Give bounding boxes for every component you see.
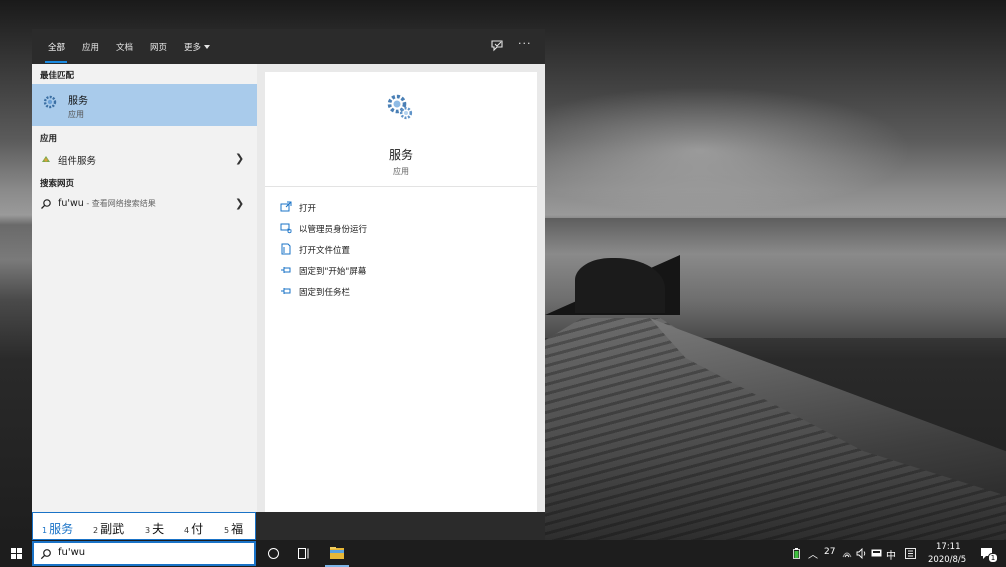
task-view-button[interactable] xyxy=(289,540,319,567)
cortana-button[interactable] xyxy=(258,540,288,567)
candidate-number: 5 xyxy=(224,526,230,535)
weather-temperature[interactable]: 27 xyxy=(824,547,835,557)
tab-web[interactable]: 网页 xyxy=(150,41,167,53)
active-tab-indicator xyxy=(45,61,67,63)
search-icon xyxy=(41,199,51,209)
candidate-number: 4 xyxy=(184,526,190,535)
candidate-text: 服务 xyxy=(49,522,74,536)
ime-candidate[interactable]: 1 服务 xyxy=(42,520,73,537)
file-explorer-button[interactable] xyxy=(322,540,352,567)
ime-candidate[interactable]: 4付 xyxy=(184,520,203,537)
taskbar: ︿ 27 中 17:11 2020/8/5 1 xyxy=(0,540,1006,567)
best-match-title: 服务 xyxy=(68,96,88,107)
open-icon xyxy=(280,201,292,212)
ime-bar-filler xyxy=(256,512,545,540)
candidate-text: 福 xyxy=(231,522,244,536)
clock-date[interactable]: 2020/8/5 xyxy=(928,555,966,565)
list-item-web-search[interactable]: fu'wu - 查看网络搜索结果 ❯ xyxy=(32,194,257,214)
folder-icon xyxy=(330,547,344,559)
action-open-file-location[interactable]: 打开文件位置 xyxy=(280,242,520,258)
file-location-icon xyxy=(281,243,291,255)
results-list: 最佳匹配 服务 应用 应用 组件服务 ❯ 搜索网页 fu'wu - 查看网络搜索… xyxy=(32,64,257,512)
feedback-icon[interactable] xyxy=(490,39,504,53)
candidate-text: 付 xyxy=(191,522,204,536)
candidate-number: 3 xyxy=(145,526,151,535)
more-options-icon[interactable]: ··· xyxy=(518,37,532,50)
windows-logo-icon xyxy=(11,548,22,559)
pin-icon xyxy=(281,288,291,294)
best-match-header: 最佳匹配 xyxy=(40,71,75,81)
preview-title: 服务 xyxy=(388,148,413,162)
search-tabs: 全部 应用 文档 网页 更多 ··· xyxy=(32,29,545,64)
divider xyxy=(265,186,537,187)
preview-pane: 服务 应用 打开 以管理员身份运行 打开文件位置 固定到"开始"屏幕 固定到任务… xyxy=(257,64,545,512)
tab-more[interactable]: 更多 xyxy=(184,41,211,53)
web-query: fu'wu xyxy=(58,198,84,209)
list-item-component-services[interactable]: 组件服务 ❯ xyxy=(32,149,257,169)
web-suffix: - 查看网络搜索结果 xyxy=(83,199,156,208)
pin-icon xyxy=(281,267,291,273)
search-input[interactable] xyxy=(58,547,238,558)
ime-mode-indicator[interactable]: 中 xyxy=(886,547,896,562)
chevron-right-icon[interactable]: ❯ xyxy=(235,197,244,210)
cortana-circle-icon xyxy=(268,548,279,559)
chevron-up-icon[interactable]: ︿ xyxy=(808,546,818,561)
web-search-header: 搜索网页 xyxy=(40,179,75,189)
search-icon xyxy=(40,549,51,560)
action-label: 打开 xyxy=(299,204,317,214)
component-services-icon xyxy=(42,156,50,162)
chevron-right-icon[interactable]: ❯ xyxy=(235,152,244,165)
run-as-admin-icon xyxy=(280,223,292,234)
tab-apps[interactable]: 应用 xyxy=(82,41,99,53)
taskbar-search-box[interactable] xyxy=(32,541,256,566)
notification-count-badge: 1 xyxy=(988,553,998,563)
action-label: 打开文件位置 xyxy=(299,246,351,256)
start-button[interactable] xyxy=(0,540,32,567)
tab-all[interactable]: 全部 xyxy=(48,41,65,53)
action-pin-to-start[interactable]: 固定到"开始"屏幕 xyxy=(280,263,520,279)
candidate-number: 2 xyxy=(93,526,99,535)
candidate-text: 副武 xyxy=(100,522,125,536)
volume-icon[interactable] xyxy=(856,548,867,559)
web-search-label: fu'wu - 查看网络搜索结果 xyxy=(58,198,156,209)
ime-options-icon[interactable] xyxy=(905,548,916,559)
preview-card: 服务 应用 打开 以管理员身份运行 打开文件位置 固定到"开始"屏幕 固定到任务… xyxy=(265,72,537,512)
action-label: 以管理员身份运行 xyxy=(299,225,368,235)
clock-time[interactable]: 17:11 xyxy=(936,542,961,552)
tab-more-label: 更多 xyxy=(184,43,202,53)
action-label: 固定到任务栏 xyxy=(299,288,351,298)
ime-candidate-bar: 1 服务 2 副武 3夫 4付 5福 xyxy=(32,512,256,540)
network-icon[interactable] xyxy=(842,549,852,558)
ime-candidate[interactable]: 5福 xyxy=(224,520,243,537)
apps-header: 应用 xyxy=(40,134,58,144)
action-pin-to-taskbar[interactable]: 固定到任务栏 xyxy=(280,284,520,300)
action-label: 固定到"开始"屏幕 xyxy=(299,267,367,277)
preview-subtitle: 应用 xyxy=(393,167,409,176)
action-open[interactable]: 打开 xyxy=(280,200,520,216)
battery-icon[interactable] xyxy=(793,548,800,559)
tab-documents[interactable]: 文档 xyxy=(116,41,133,53)
gear-services-icon xyxy=(43,95,57,109)
best-match-item[interactable]: 服务 应用 xyxy=(32,84,257,126)
chevron-down-icon xyxy=(204,45,211,49)
notification-center-button[interactable]: 1 xyxy=(975,540,1006,567)
candidate-text: 夫 xyxy=(152,522,165,536)
ime-candidate[interactable]: 2 副武 xyxy=(93,520,124,537)
app-label: 组件服务 xyxy=(58,156,97,167)
candidate-number: 1 xyxy=(42,526,48,535)
gear-services-icon xyxy=(387,94,413,120)
search-flyout: 全部 应用 文档 网页 更多 ··· 最佳匹配 服务 应用 应用 组件服务 ❯ xyxy=(32,29,545,540)
action-run-as-admin[interactable]: 以管理员身份运行 xyxy=(280,221,520,237)
keyboard-layout-icon[interactable] xyxy=(871,549,882,557)
task-view-icon xyxy=(298,548,309,559)
ime-candidate[interactable]: 3夫 xyxy=(145,520,164,537)
best-match-subtitle: 应用 xyxy=(68,110,84,119)
